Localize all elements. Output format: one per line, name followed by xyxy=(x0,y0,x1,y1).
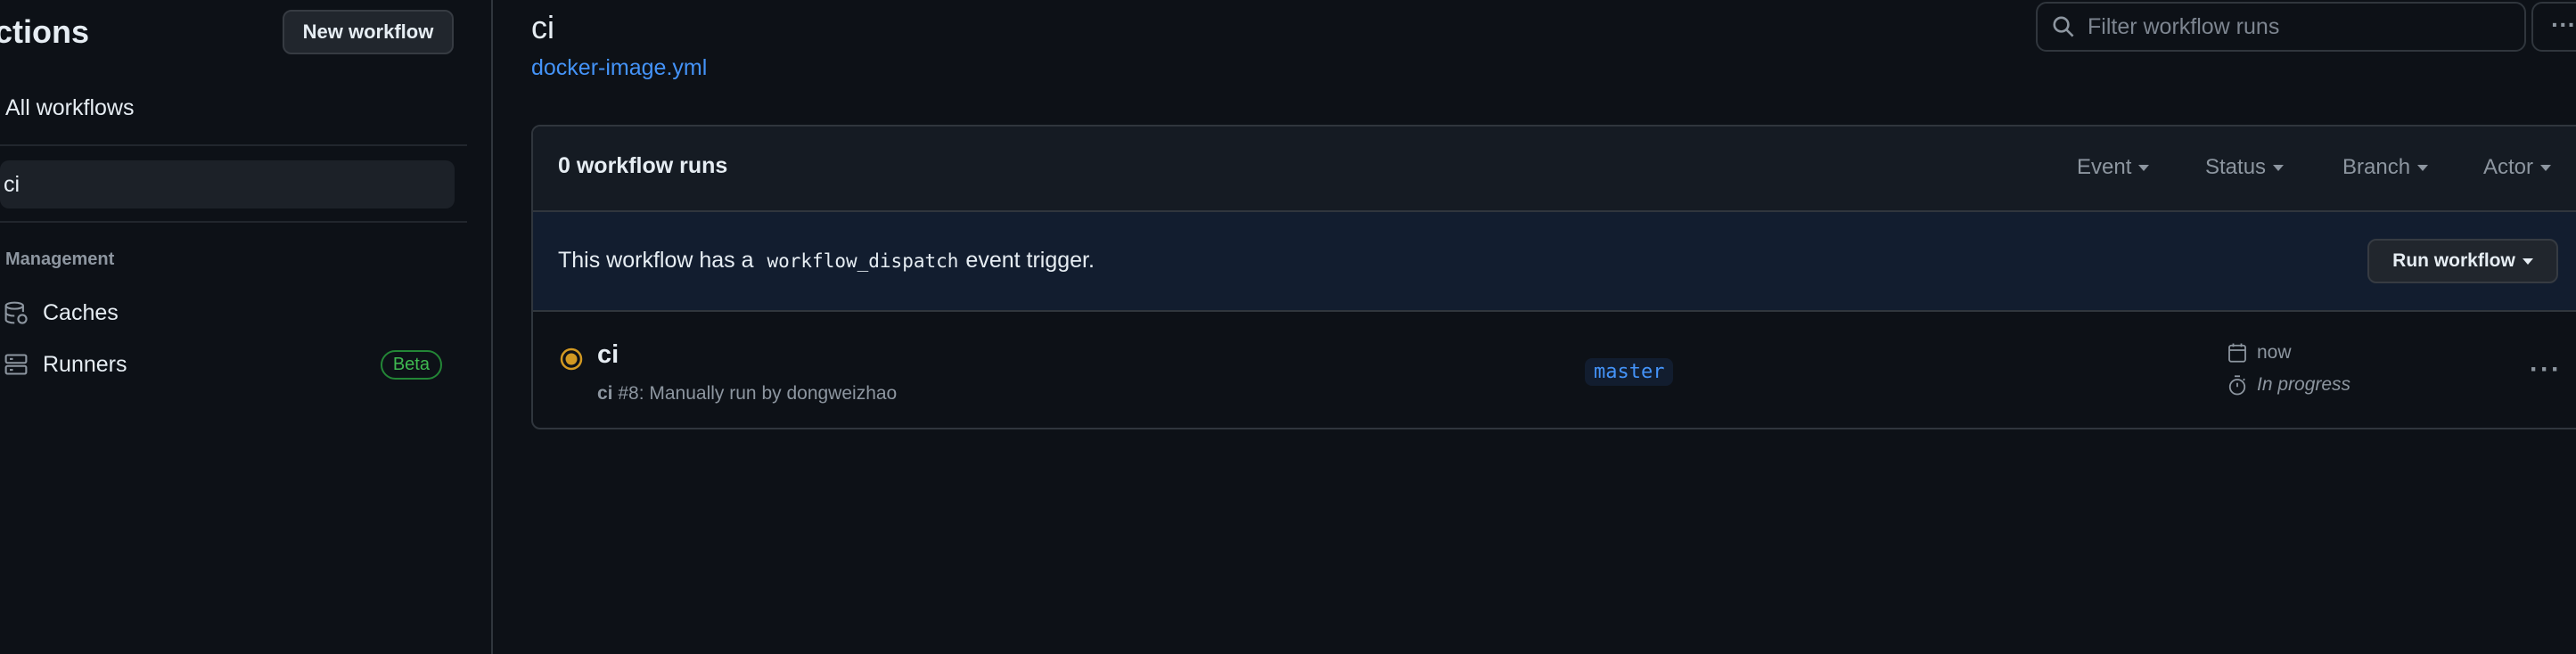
runners-label: Runners xyxy=(43,351,127,377)
search-icon xyxy=(2053,16,2074,37)
sidebar-divider xyxy=(0,221,467,223)
stopwatch-icon xyxy=(2228,375,2246,396)
server-icon xyxy=(4,354,28,375)
more-options-button[interactable]: ··· xyxy=(2531,2,2576,52)
run-title[interactable]: ci xyxy=(597,340,619,370)
run-meta: ci #8: Manually run by dongweizhao xyxy=(597,383,898,404)
run-row[interactable]: ci ci #8: Manually run by dongweizhao ma… xyxy=(533,312,2576,428)
run-workflow-button[interactable]: Run workflow xyxy=(2367,239,2558,283)
run-duration: In progress xyxy=(2227,374,2350,396)
page-title: ci xyxy=(531,9,554,45)
chevron-down-icon xyxy=(2417,165,2429,172)
branch-filter[interactable]: Branch xyxy=(2342,155,2429,180)
management-heading: Management xyxy=(5,249,115,269)
actor-filter[interactable]: Actor xyxy=(2483,155,2552,180)
sidebar-item-caches[interactable]: Caches xyxy=(0,293,446,332)
run-more-options-button[interactable]: ··· xyxy=(2530,355,2562,385)
beta-badge: Beta xyxy=(380,350,442,380)
filter-placeholder: Filter workflow runs xyxy=(2088,13,2280,39)
in-progress-icon xyxy=(560,347,583,371)
filter-runs-input[interactable]: Filter workflow runs xyxy=(2036,2,2526,52)
caches-label: Caches xyxy=(43,299,119,325)
chevron-down-icon xyxy=(2273,165,2285,172)
chevron-down-icon xyxy=(2540,165,2552,172)
sidebar-title: ctions xyxy=(0,13,90,50)
run-time: now xyxy=(2227,342,2292,364)
dispatch-code: workflow_dispatch xyxy=(767,250,959,272)
sidebar-divider xyxy=(0,144,467,146)
chevron-down-icon xyxy=(2138,165,2150,172)
calendar-icon xyxy=(2228,343,2246,363)
workflow-file-link[interactable]: docker-image.yml xyxy=(531,55,707,81)
branch-badge[interactable]: master xyxy=(1585,358,1674,386)
sidebar-item-ci[interactable]: ci xyxy=(0,160,455,208)
dispatch-message: This workflow has a workflow_dispatch eve… xyxy=(558,248,1095,273)
workflow-runs-panel: 0 workflow runs Event Status Branch Acto… xyxy=(531,125,2576,429)
dispatch-banner: This workflow has a workflow_dispatch eve… xyxy=(533,212,2576,312)
event-filter[interactable]: Event xyxy=(2077,155,2150,180)
chevron-down-icon xyxy=(2522,258,2533,265)
status-filter[interactable]: Status xyxy=(2205,155,2285,180)
sidebar-item-all-workflows[interactable]: All workflows xyxy=(0,84,455,132)
runs-count: 0 workflow runs xyxy=(558,153,728,178)
main-content: ci docker-image.yml Filter workflow runs… xyxy=(531,0,2576,654)
new-workflow-button[interactable]: New workflow xyxy=(283,10,454,54)
sidebar-item-runners[interactable]: Runners Beta xyxy=(0,345,446,384)
database-icon xyxy=(4,301,28,324)
runs-header: 0 workflow runs Event Status Branch Acto… xyxy=(533,127,2576,212)
sidebar: ctions New workflow All workflows ci Man… xyxy=(0,0,493,654)
